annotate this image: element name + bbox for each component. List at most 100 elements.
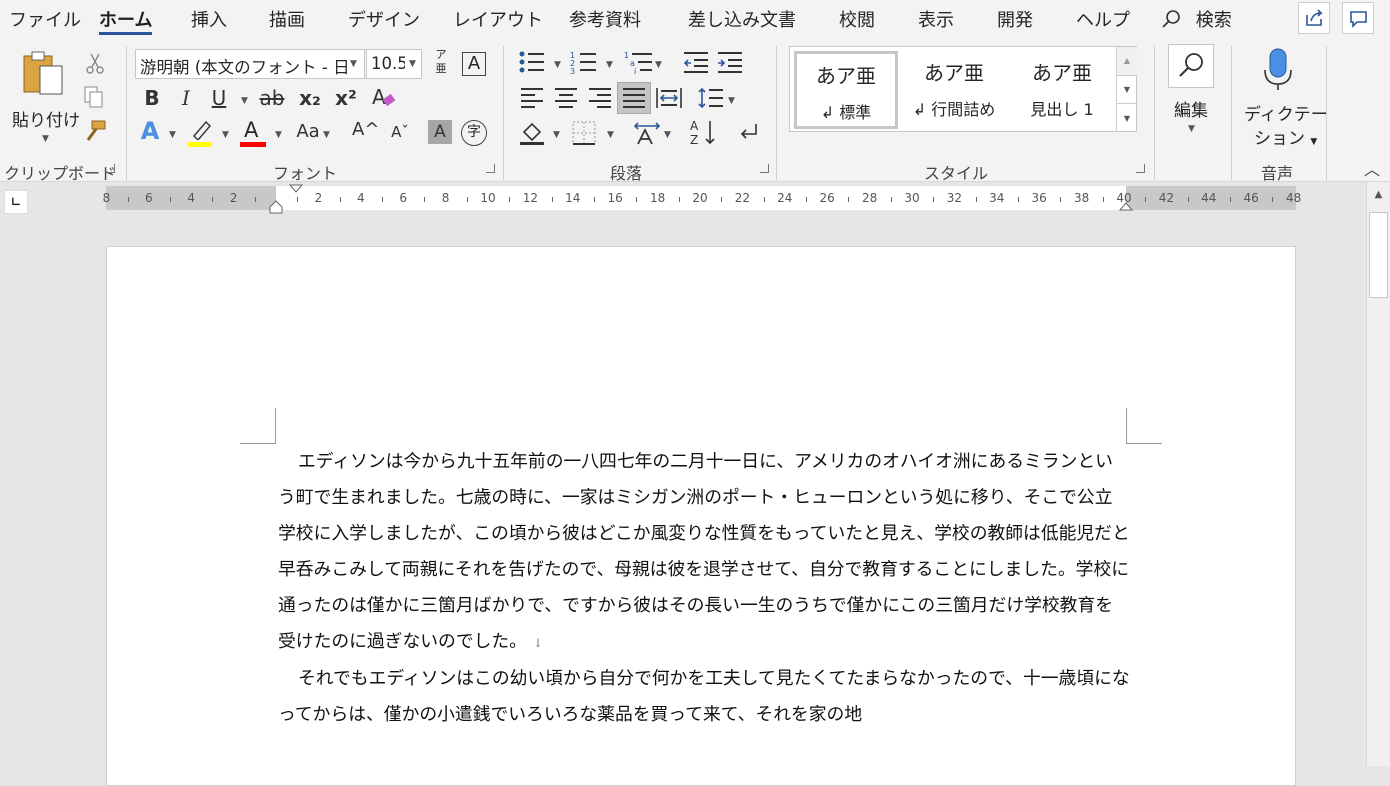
tab-help[interactable]: ヘルプ <box>1076 6 1130 32</box>
editing-button[interactable]: 編集 ▼ <box>1166 44 1216 140</box>
ruler-number: 42 <box>1158 191 1175 205</box>
tab-selector[interactable]: ∟ <box>4 190 28 214</box>
ruler-tick <box>1145 197 1147 202</box>
scroll-up-arrow[interactable]: ▲ <box>1367 184 1390 206</box>
dictate-button[interactable]: ディクテー ション ▼ <box>1240 44 1328 149</box>
font-dialog-launcher[interactable] <box>486 164 495 173</box>
shrink-font-button[interactable]: Aˇ <box>388 120 412 144</box>
tab-view[interactable]: 表示 <box>918 6 954 32</box>
tab-draw[interactable]: 描画 <box>269 6 305 32</box>
highlight-dropdown-icon[interactable]: ▼ <box>222 130 229 140</box>
copy-icon[interactable] <box>82 84 106 110</box>
svg-text:A: A <box>372 85 386 109</box>
first-line-indent-marker[interactable] <box>289 184 303 194</box>
styles-scroll-up[interactable]: ▲ <box>1116 47 1137 75</box>
underline-dropdown-icon[interactable]: ▼ <box>241 96 248 106</box>
show-formatting-marks-icon[interactable] <box>734 118 762 146</box>
divider <box>1326 46 1327 180</box>
align-left-icon[interactable] <box>519 86 545 110</box>
tab-design[interactable]: デザイン <box>348 6 420 32</box>
tab-references[interactable]: 参考資料 <box>569 6 641 32</box>
align-right-icon[interactable] <box>587 86 613 110</box>
vertical-scrollbar[interactable]: ▲ <box>1366 182 1390 766</box>
tab-home[interactable]: ホーム <box>99 6 153 35</box>
clear-formatting-icon[interactable]: A <box>370 84 398 110</box>
multilevel-list-icon[interactable]: 1ai <box>624 50 654 74</box>
hanging-indent-marker[interactable] <box>269 200 283 214</box>
increase-indent-icon[interactable] <box>716 50 744 74</box>
character-border-button[interactable]: A <box>462 52 486 76</box>
styles-more[interactable]: ▼ <box>1116 103 1137 132</box>
collapse-ribbon-button[interactable]: ︿ <box>1364 156 1380 180</box>
ruler-tick <box>509 197 511 202</box>
bullets-dropdown-icon[interactable]: ▼ <box>554 60 561 70</box>
svg-text:3: 3 <box>570 67 575 74</box>
numbering-icon[interactable]: 123 <box>570 50 598 74</box>
asian-layout-dropdown-icon[interactable]: ▼ <box>664 130 671 140</box>
numbering-dropdown-icon[interactable]: ▼ <box>606 60 613 70</box>
shading-dropdown-icon[interactable]: ▼ <box>553 130 560 140</box>
bullets-icon[interactable] <box>518 50 546 74</box>
underline-button[interactable]: U <box>208 86 230 110</box>
ruler-number: 28 <box>861 191 878 205</box>
styles-scroll-down[interactable]: ▼ <box>1116 75 1137 103</box>
ruler-tick <box>424 197 426 202</box>
phonetic-guide-button[interactable]: ア 亜 <box>431 48 451 82</box>
paste-button[interactable]: 貼り付け ▼ <box>8 46 80 146</box>
tab-layout[interactable]: レイアウト <box>453 6 543 32</box>
italic-button[interactable]: I <box>176 86 196 110</box>
multilevel-dropdown-icon[interactable]: ▼ <box>655 60 662 70</box>
change-case-dropdown-icon[interactable]: ▼ <box>323 130 330 140</box>
ruler-number: 24 <box>777 191 793 205</box>
tab-review[interactable]: 校閲 <box>839 6 875 32</box>
style-heading-1[interactable]: あア亜 見出し 1 <box>1010 51 1114 129</box>
enclose-characters-button[interactable]: 字 <box>461 120 487 146</box>
font-size-value: 10.5 <box>371 54 405 73</box>
decrease-indent-icon[interactable] <box>682 50 710 74</box>
style-normal[interactable]: あア亜 ↲ 標準 <box>794 51 898 129</box>
shading-icon[interactable] <box>518 118 546 146</box>
highlight-button[interactable] <box>186 118 214 148</box>
line-spacing-icon[interactable] <box>697 86 725 110</box>
borders-dropdown-icon[interactable]: ▼ <box>607 130 614 140</box>
tab-developer[interactable]: 開発 <box>997 6 1033 32</box>
right-indent-marker[interactable] <box>1119 202 1133 212</box>
justify-button[interactable] <box>617 82 651 114</box>
subscript-button[interactable]: x₂ <box>298 86 322 110</box>
paragraph-dialog-launcher[interactable] <box>760 164 769 173</box>
line-spacing-dropdown-icon[interactable]: ▼ <box>728 96 735 106</box>
font-name-select[interactable]: 游明朝 (本文のフォント - 日 ▼ <box>135 49 365 79</box>
styles-dialog-launcher[interactable] <box>1136 164 1145 173</box>
ruler-number: 44 <box>1201 191 1217 205</box>
horizontal-ruler[interactable]: 8 6 4 2 2 4 6 8 10 12 14 16 18 20 22 24 26 28 30 32 34 36 38 40… <box>103 184 1301 214</box>
text-effects-dropdown-icon[interactable]: ▼ <box>169 130 176 140</box>
strikethrough-button[interactable]: ab <box>258 86 286 110</box>
search-box[interactable]: 検索 <box>1160 6 1232 32</box>
bold-button[interactable]: B <box>142 86 162 110</box>
comments-button[interactable] <box>1342 2 1374 34</box>
font-color-dropdown-icon[interactable]: ▼ <box>275 130 282 140</box>
scroll-thumb[interactable] <box>1369 212 1388 298</box>
phonetic-bottom: 亜 <box>435 62 447 75</box>
tab-file[interactable]: ファイル <box>9 6 81 32</box>
superscript-button[interactable]: x² <box>334 86 358 110</box>
font-color-button[interactable]: A <box>240 118 266 148</box>
text-effects-button[interactable]: A <box>138 119 162 143</box>
change-case-button[interactable]: Aa <box>293 120 323 144</box>
font-size-select[interactable]: 10.5 ▼ <box>366 49 422 79</box>
grow-font-button[interactable]: A^ <box>352 118 379 142</box>
document-body[interactable]: エディソンは今から九十五年前の一八四七年の二月十一日に、アメリカのオハイオ洲にあ… <box>278 444 1130 733</box>
cut-icon[interactable] <box>84 52 106 76</box>
asian-layout-icon[interactable] <box>632 118 662 146</box>
style-no-spacing[interactable]: あア亜 ↲ 行間詰め <box>902 51 1006 129</box>
tab-insert[interactable]: 挿入 <box>191 6 227 32</box>
tab-mailings[interactable]: 差し込み文書 <box>688 6 796 32</box>
format-painter-icon[interactable] <box>82 118 108 144</box>
character-shading-button[interactable]: A <box>428 120 452 144</box>
borders-icon[interactable] <box>571 120 597 146</box>
distributed-icon[interactable] <box>655 86 683 110</box>
sort-icon[interactable]: AZ <box>690 118 718 146</box>
clipboard-dialog-launcher[interactable] <box>106 164 115 173</box>
align-center-icon[interactable] <box>553 86 579 110</box>
share-button[interactable] <box>1298 2 1330 34</box>
